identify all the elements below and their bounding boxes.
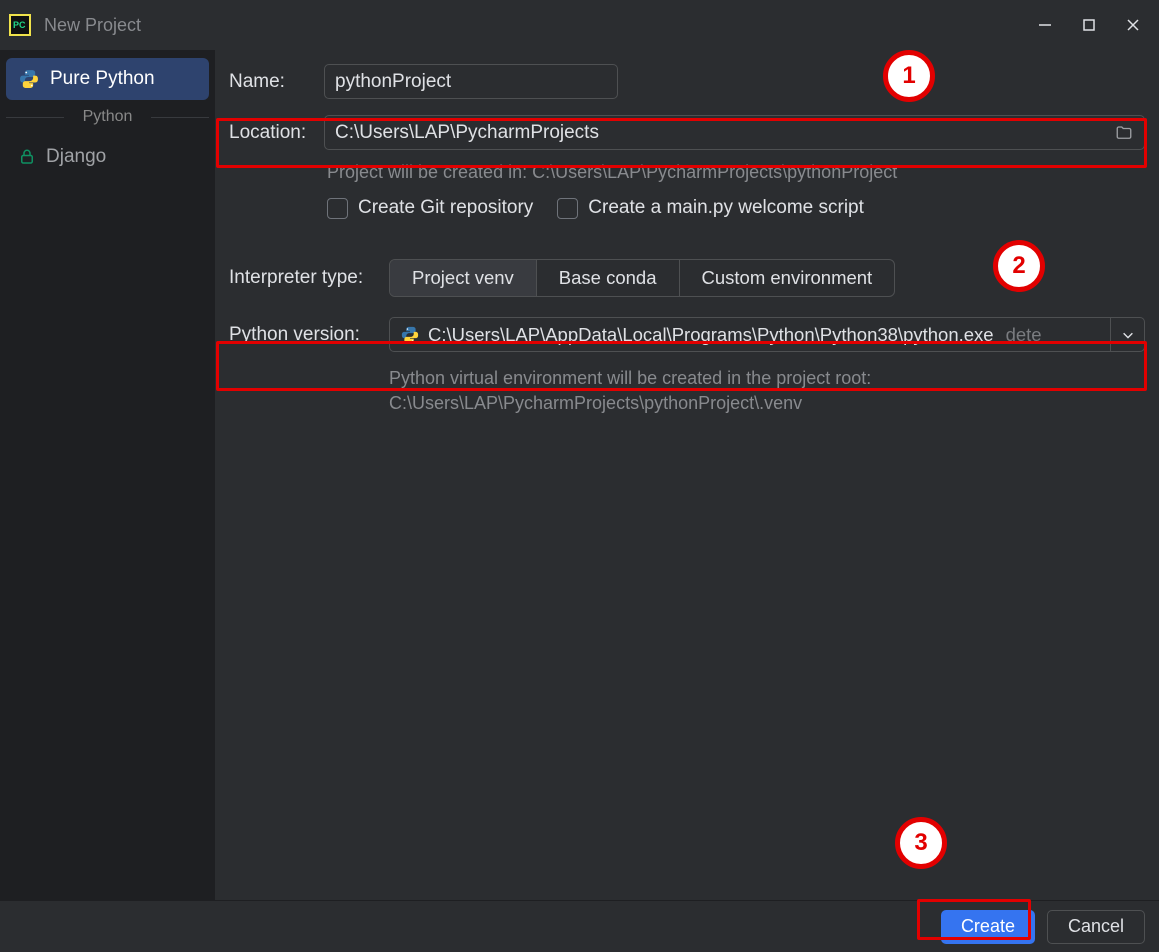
main-panel: Name: pythonProject Location: C:\Users\L… <box>215 50 1159 900</box>
sidebar-item-pure-python[interactable]: Pure Python <box>6 58 209 100</box>
location-value: C:\Users\LAP\PycharmProjects <box>335 122 599 144</box>
location-label: Location: <box>229 122 324 144</box>
checkbox-label: Create Git repository <box>358 197 533 219</box>
interpreter-segmented: Project venv Base conda Custom environme… <box>389 259 895 297</box>
pycharm-icon: PC <box>8 13 32 37</box>
sidebar: Pure Python Python Django <box>0 50 215 900</box>
maximize-icon[interactable] <box>1079 15 1099 35</box>
create-mainpy-checkbox[interactable]: Create a main.py welcome script <box>557 197 864 219</box>
python-version-value: C:\Users\LAP\AppData\Local\Programs\Pyth… <box>428 324 994 346</box>
python-version-detected-suffix: dete <box>1006 324 1042 346</box>
checkbox-icon <box>327 198 348 219</box>
name-row: Name: pythonProject <box>229 64 1145 99</box>
venv-hint: Python virtual environment will be creat… <box>229 366 1145 416</box>
python-version-label: Python version: <box>229 324 389 346</box>
svg-text:PC: PC <box>13 20 26 30</box>
dialog-footer: Create Cancel <box>0 900 1159 952</box>
venv-hint-line1: Python virtual environment will be creat… <box>389 366 1145 391</box>
location-hint: Project will be created in: C:\Users\LAP… <box>229 162 1145 183</box>
venv-hint-line2: C:\Users\LAP\PycharmProjects\pythonProje… <box>389 391 1145 416</box>
name-label: Name: <box>229 71 324 93</box>
name-value: pythonProject <box>335 71 451 93</box>
create-button[interactable]: Create <box>941 910 1035 944</box>
sidebar-item-label: Django <box>46 146 106 168</box>
folder-icon[interactable] <box>1114 124 1134 142</box>
annotation-number-3: 3 <box>895 817 947 869</box>
python-version-row: Python version: C:\Users\LAP\AppData\Loc… <box>229 317 1145 352</box>
location-input[interactable]: C:\Users\LAP\PycharmProjects <box>324 115 1145 150</box>
create-git-checkbox[interactable]: Create Git repository <box>327 197 533 219</box>
location-row: Location: C:\Users\LAP\PycharmProjects <box>229 115 1145 150</box>
interp-option-custom-env[interactable]: Custom environment <box>679 260 895 296</box>
lock-icon <box>18 148 36 166</box>
checkbox-label: Create a main.py welcome script <box>588 197 864 219</box>
minimize-icon[interactable] <box>1035 15 1055 35</box>
window-controls <box>1035 15 1151 35</box>
interpreter-label: Interpreter type: <box>229 267 389 289</box>
python-version-dropdown[interactable]: C:\Users\LAP\AppData\Local\Programs\Pyth… <box>389 317 1145 352</box>
cancel-button[interactable]: Cancel <box>1047 910 1145 944</box>
interpreter-row: Interpreter type: Project venv Base cond… <box>229 259 1145 297</box>
python-icon <box>400 325 420 345</box>
name-input[interactable]: pythonProject <box>324 64 618 99</box>
sidebar-section-header: Python <box>6 104 209 130</box>
interp-option-base-conda[interactable]: Base conda <box>536 260 679 296</box>
python-icon <box>18 68 40 90</box>
checkbox-icon <box>557 198 578 219</box>
sidebar-item-label: Pure Python <box>50 68 155 90</box>
checkbox-row: Create Git repository Create a main.py w… <box>229 197 1145 219</box>
window-title: New Project <box>44 15 1035 36</box>
titlebar: PC New Project <box>0 0 1159 50</box>
sidebar-item-django[interactable]: Django <box>6 136 209 178</box>
interp-option-project-venv[interactable]: Project venv <box>390 260 536 296</box>
close-icon[interactable] <box>1123 15 1143 35</box>
chevron-down-icon[interactable] <box>1110 318 1144 351</box>
